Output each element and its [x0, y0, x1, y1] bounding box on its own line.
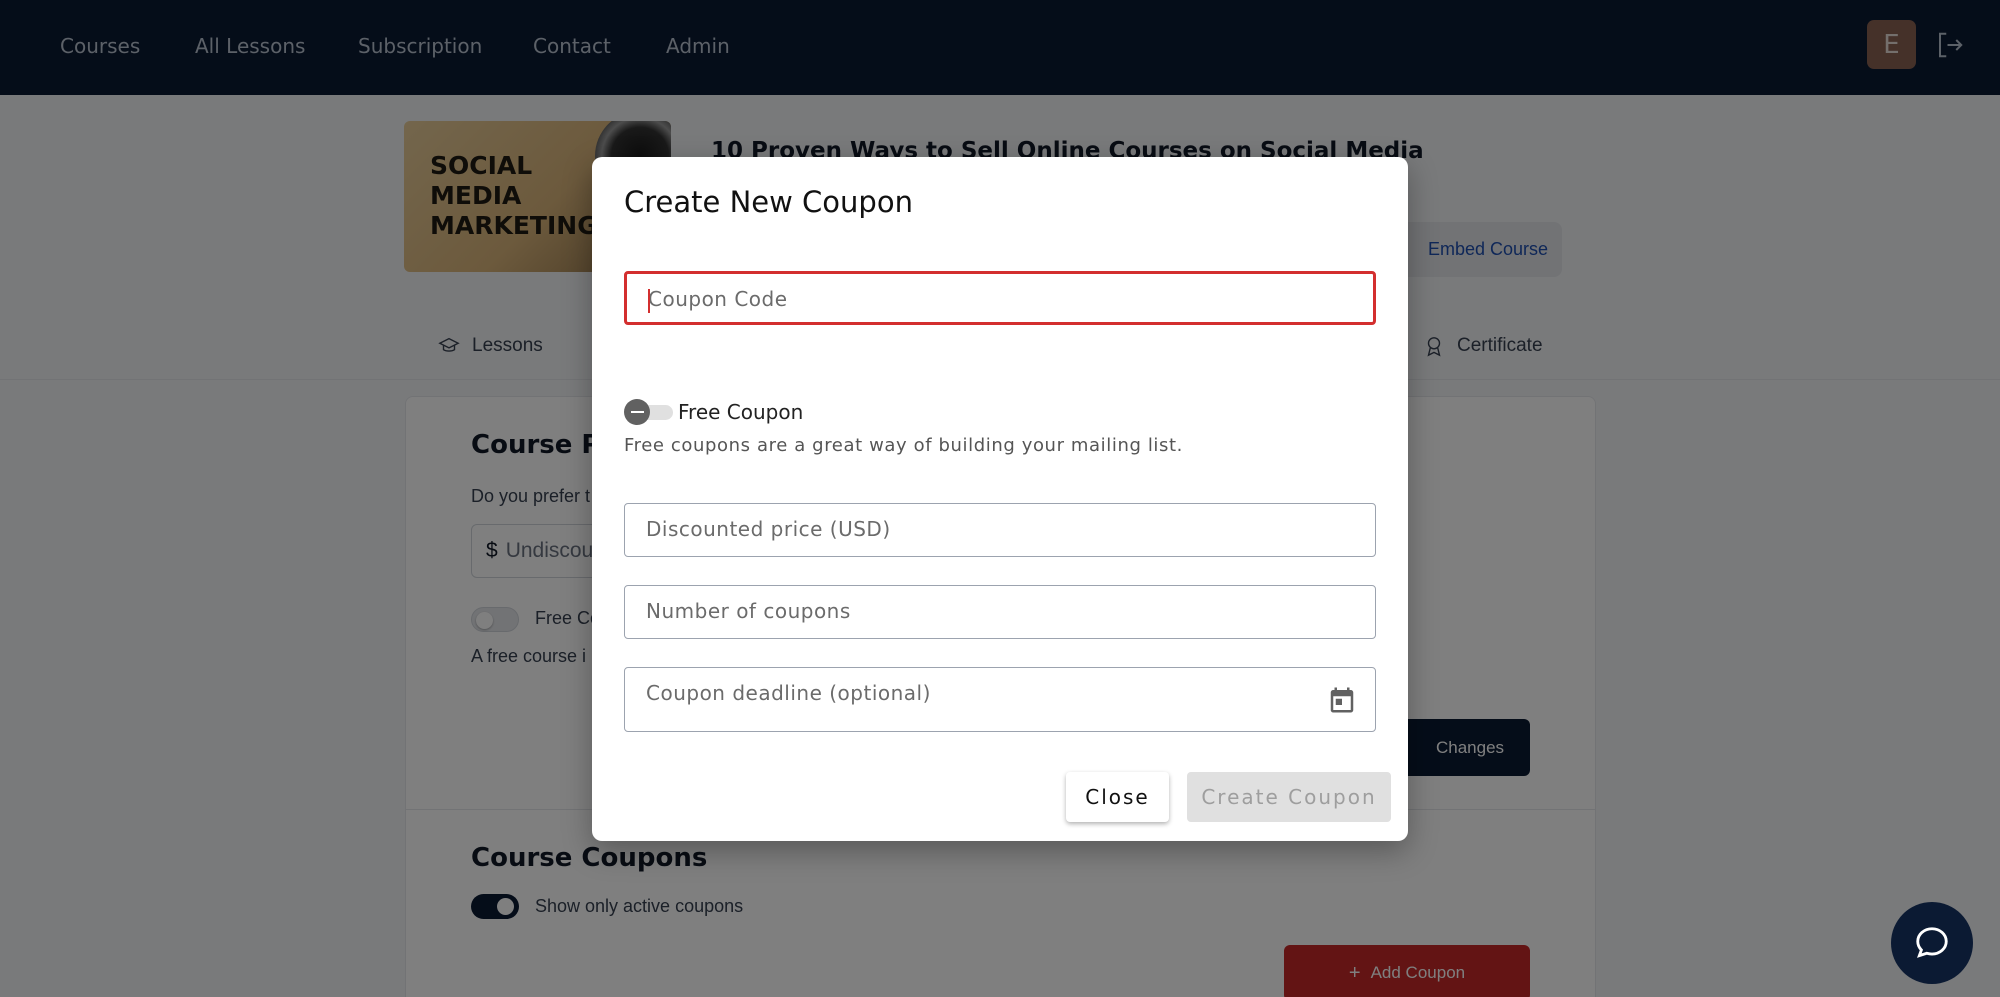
- close-button[interactable]: Close: [1066, 772, 1169, 822]
- calendar-icon[interactable]: [1327, 684, 1357, 716]
- coupon-code-input[interactable]: Coupon Code: [624, 271, 1376, 325]
- free-coupon-row: Free Coupon: [624, 399, 803, 425]
- number-of-coupons-placeholder: Number of coupons: [646, 599, 851, 623]
- discounted-price-input[interactable]: Discounted price (USD): [624, 503, 1376, 557]
- coupon-deadline-placeholder: Coupon deadline (optional): [646, 681, 931, 705]
- text-caret: [648, 289, 650, 313]
- help-chat-button[interactable]: [1891, 902, 1973, 984]
- chat-bubble-icon: [1916, 927, 1948, 958]
- number-of-coupons-input[interactable]: Number of coupons: [624, 585, 1376, 639]
- create-coupon-dialog: Create New Coupon Coupon Code Free Coupo…: [592, 157, 1408, 841]
- free-coupon-label: Free Coupon: [678, 400, 804, 424]
- create-coupon-button[interactable]: Create Coupon: [1187, 772, 1391, 822]
- discounted-price-placeholder: Discounted price (USD): [646, 517, 891, 541]
- free-coupon-help: Free coupons are a great way of building…: [624, 435, 1183, 456]
- switch-knob: [624, 399, 650, 425]
- dialog-title: Create New Coupon: [624, 185, 913, 219]
- free-coupon-switch[interactable]: [624, 399, 674, 425]
- coupon-deadline-input[interactable]: Coupon deadline (optional): [624, 667, 1376, 732]
- coupon-code-placeholder: Coupon Code: [648, 287, 788, 311]
